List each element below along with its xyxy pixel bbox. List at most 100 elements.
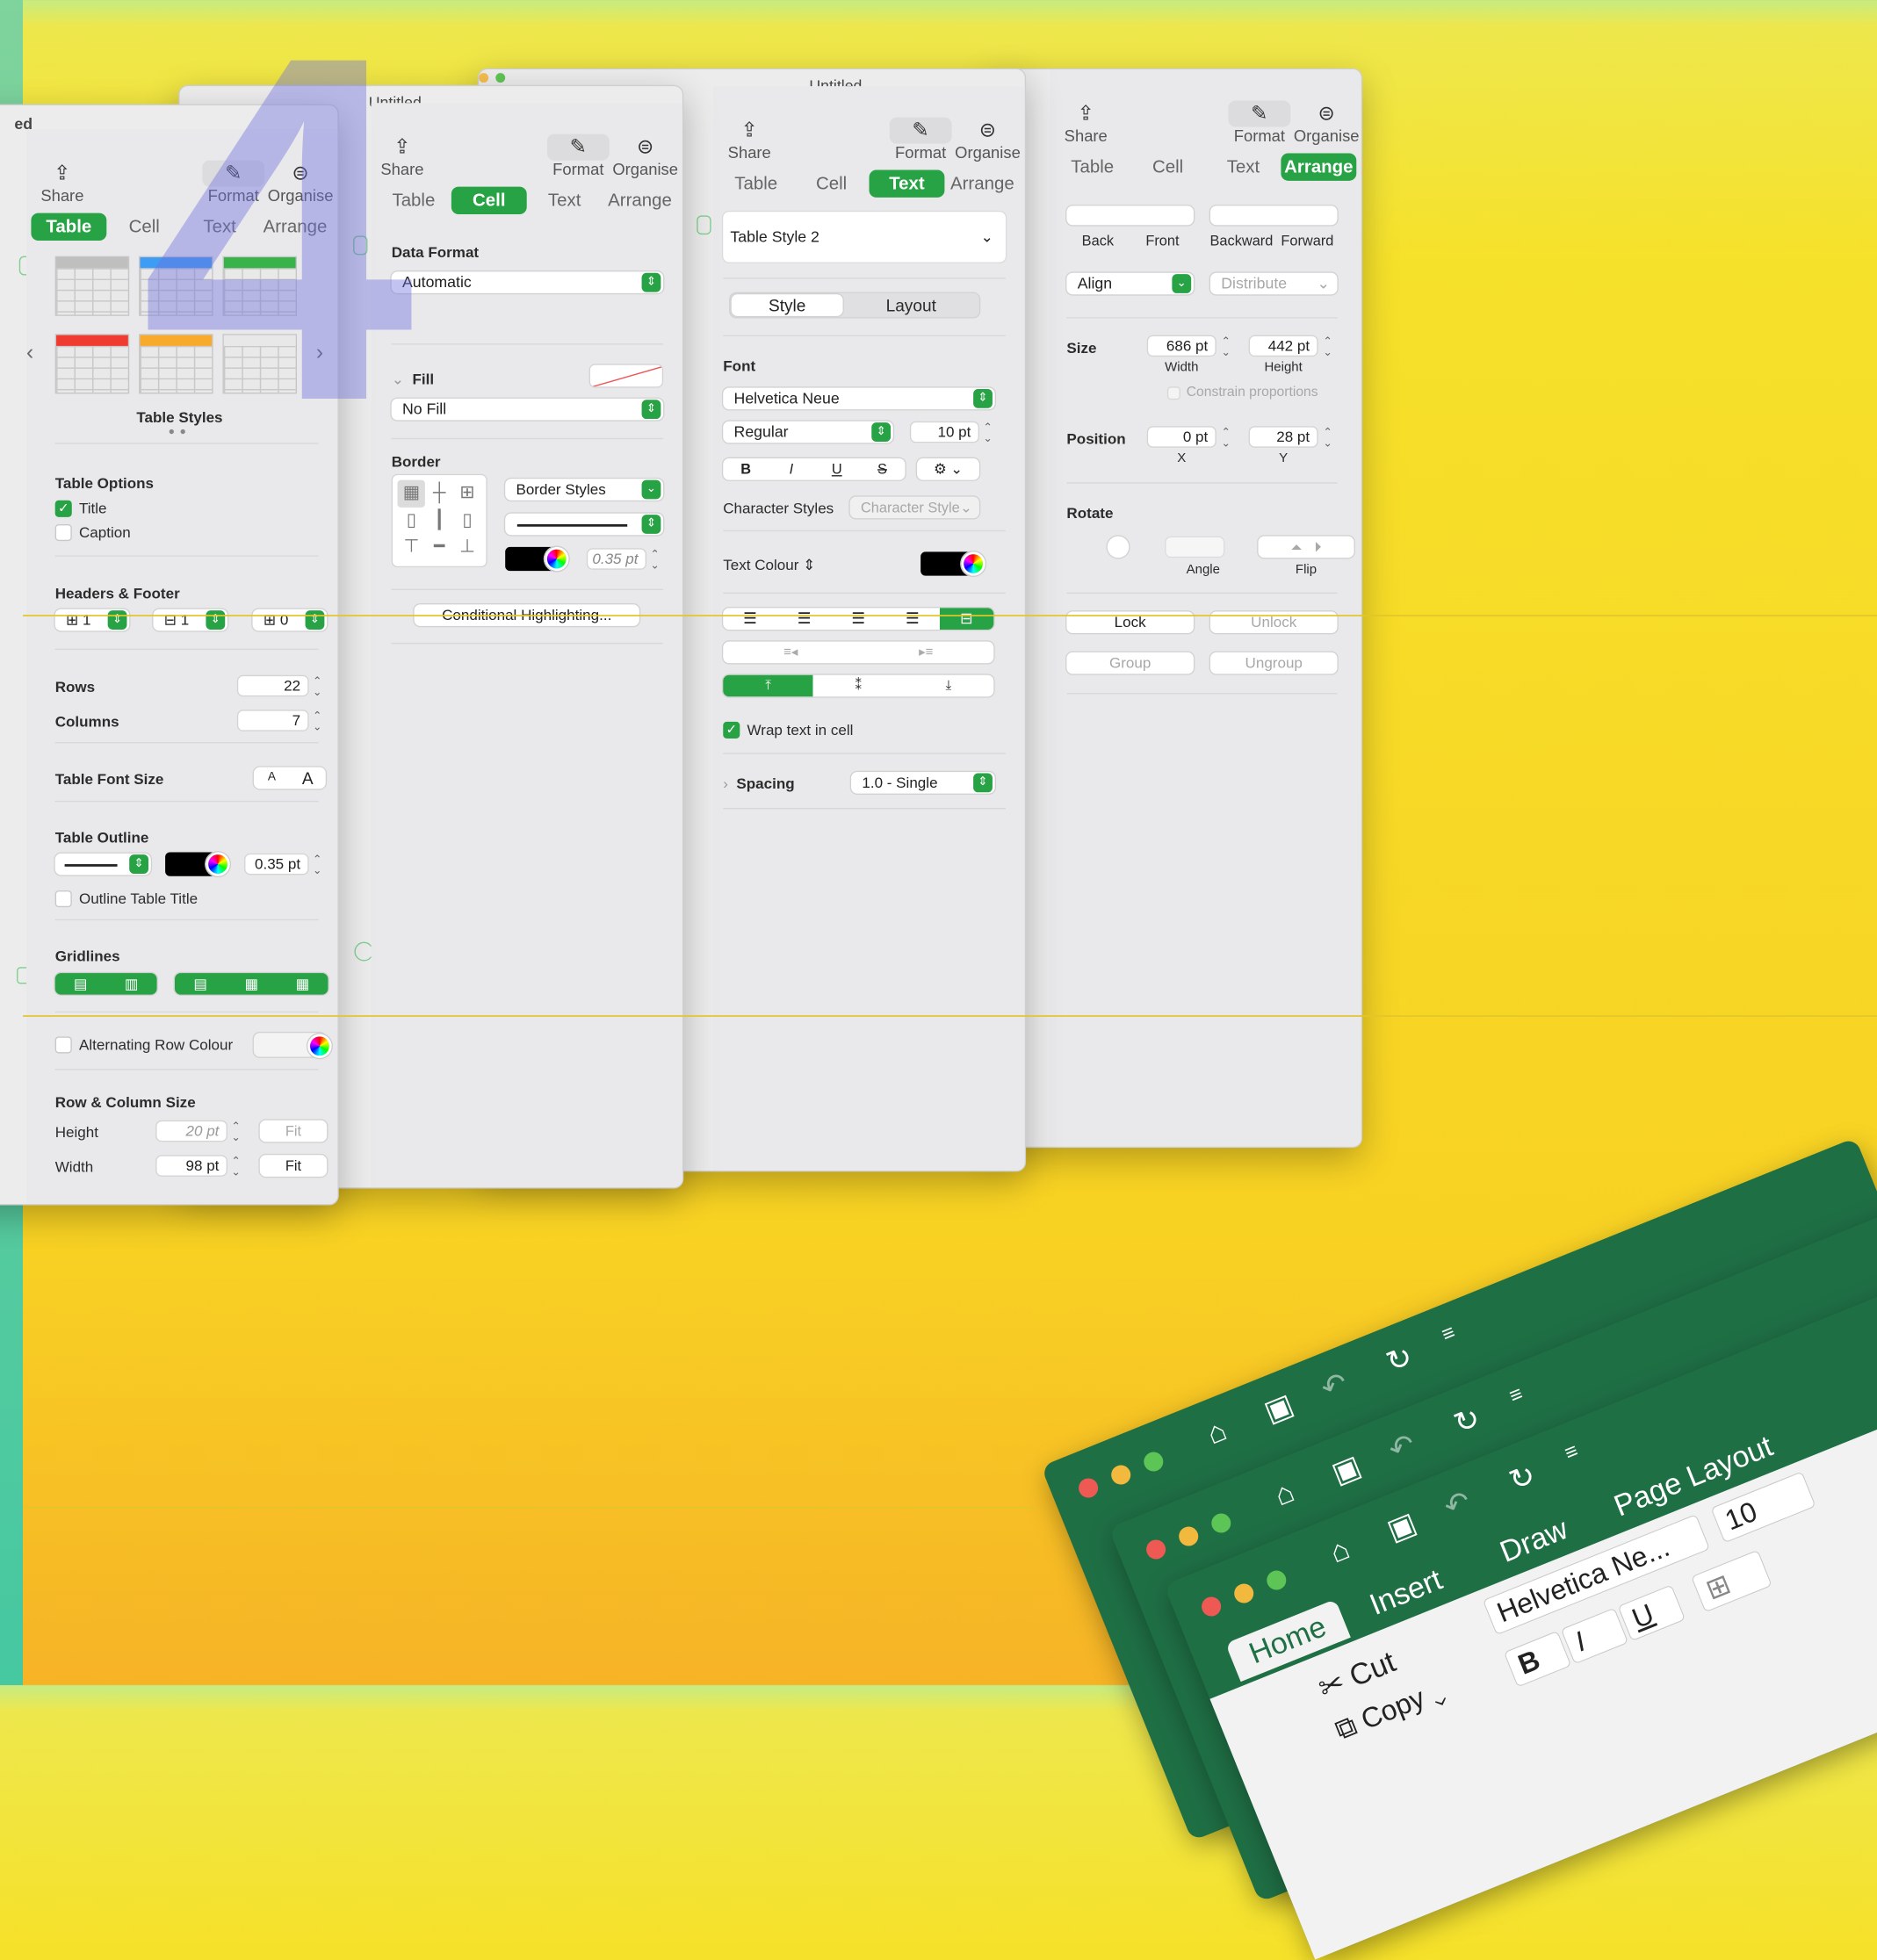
- outline-width-field[interactable]: 0.35 pt: [244, 853, 309, 876]
- title-checkbox[interactable]: ✓: [54, 500, 72, 517]
- constrain-checkbox[interactable]: [1166, 386, 1180, 400]
- font-weight-popup[interactable]: Regular ⇕: [723, 421, 893, 443]
- format-button[interactable]: ✎ Format: [889, 117, 952, 162]
- y-field[interactable]: 28 pt: [1248, 426, 1318, 448]
- font-size-box[interactable]: 10: [1710, 1471, 1816, 1544]
- redo-icon[interactable]: ↻: [1382, 1338, 1418, 1380]
- border-styles-popup[interactable]: Border Styles ⌄: [505, 479, 664, 501]
- tab-table[interactable]: Table: [31, 213, 107, 241]
- row-height-field[interactable]: 20 pt: [155, 1120, 227, 1142]
- tab-arrange[interactable]: Arrange: [944, 170, 1020, 198]
- distribute-popup[interactable]: Distribute ⌄: [1209, 272, 1338, 295]
- colour-wheel-icon[interactable]: [206, 852, 230, 876]
- format-button[interactable]: ✎ Format: [1228, 100, 1291, 145]
- increase-font-button[interactable]: A: [290, 767, 326, 789]
- forward-button[interactable]: Forward: [1273, 232, 1342, 249]
- organise-button[interactable]: ⊜ Organise: [1293, 100, 1360, 145]
- align-bottom-icon[interactable]: ⤓: [904, 675, 994, 697]
- fit-width-button[interactable]: Fit: [259, 1155, 328, 1177]
- bold-button[interactable]: B: [723, 458, 769, 480]
- border-inner-icon[interactable]: ┼: [425, 480, 453, 508]
- share-button[interactable]: ⇪ Share: [726, 118, 774, 162]
- width-field[interactable]: 686 pt: [1146, 335, 1216, 357]
- home-icon[interactable]: ⌂: [1270, 1475, 1300, 1514]
- tab-table[interactable]: Table: [1055, 153, 1130, 180]
- close-dot[interactable]: [1143, 1537, 1169, 1562]
- save-icon[interactable]: ▣: [1260, 1387, 1299, 1430]
- zoom-dot[interactable]: [1208, 1510, 1234, 1536]
- backward-button[interactable]: Backward: [1204, 232, 1279, 249]
- tab-cell[interactable]: Cell: [794, 170, 870, 198]
- organise-button[interactable]: ⊜ Organise: [611, 134, 678, 178]
- border-width-field[interactable]: 0.35 pt: [586, 548, 647, 570]
- justify-icon[interactable]: ☰: [885, 608, 940, 630]
- outline-title-checkbox[interactable]: [54, 890, 72, 908]
- align-top-icon[interactable]: ⤒: [723, 674, 813, 697]
- decrease-indent-icon[interactable]: ≡◂: [723, 642, 858, 664]
- front-button[interactable]: Front: [1131, 232, 1194, 249]
- strikethrough-button[interactable]: S: [860, 458, 906, 480]
- border-outer-icon[interactable]: ⊞: [453, 480, 481, 508]
- line-style-popup[interactable]: ⇕: [505, 513, 664, 536]
- redo-icon[interactable]: ↻: [1505, 1457, 1541, 1499]
- italic-button[interactable]: I: [769, 458, 814, 480]
- font-size-stepper[interactable]: ⌃ ⌄: [982, 422, 994, 444]
- undo-icon[interactable]: ↶: [1439, 1483, 1476, 1525]
- organise-button[interactable]: ⊜ Organise: [954, 118, 1021, 162]
- fill-swatch[interactable]: [588, 364, 664, 388]
- format-button[interactable]: ✎ Format: [546, 133, 610, 178]
- colour-wheel-icon[interactable]: [961, 551, 985, 576]
- minimize-dot[interactable]: [1231, 1581, 1257, 1606]
- alternating-row-checkbox[interactable]: [54, 1036, 72, 1054]
- save-icon[interactable]: ▣: [1382, 1505, 1422, 1548]
- save-icon[interactable]: ▣: [1327, 1448, 1367, 1491]
- character-style-popup[interactable]: Character Style ⌄: [849, 496, 979, 519]
- style-segment[interactable]: Style: [731, 294, 843, 316]
- home-icon[interactable]: ⌂: [1202, 1414, 1232, 1452]
- rows-stepper[interactable]: ⌃ ⌄: [311, 675, 323, 698]
- outline-style-popup[interactable]: ⇕: [54, 853, 151, 876]
- fit-height-button[interactable]: Fit: [259, 1120, 328, 1142]
- table-style-4[interactable]: [54, 334, 130, 394]
- tab-arrange[interactable]: Arrange: [1281, 153, 1357, 181]
- x-field[interactable]: 0 pt: [1146, 426, 1216, 448]
- horizontal-gridlines-icon[interactable]: ▤: [55, 973, 106, 995]
- paragraph-style-popup[interactable]: Table Style 2 ⌄: [723, 212, 1006, 263]
- auto-align-icon[interactable]: ⊟: [939, 608, 994, 630]
- colour-wheel-icon[interactable]: [307, 1034, 332, 1058]
- text-options-button[interactable]: ⚙ ⌄: [917, 458, 979, 480]
- zoom-dot[interactable]: [1140, 1449, 1166, 1474]
- rotate-dial[interactable]: [1107, 536, 1130, 558]
- caption-checkbox[interactable]: [54, 523, 72, 542]
- align-right-icon[interactable]: ☰: [831, 608, 885, 630]
- table-handle[interactable]: [697, 215, 711, 235]
- customize-icon[interactable]: ≡: [1562, 1438, 1582, 1466]
- undo-icon[interactable]: ↶: [1316, 1365, 1353, 1407]
- wrap-text-checkbox[interactable]: ✓: [723, 721, 740, 739]
- home-icon[interactable]: ⌂: [1325, 1532, 1355, 1571]
- colour-wheel-icon[interactable]: [545, 546, 569, 572]
- font-size-field[interactable]: 10 pt: [909, 421, 979, 443]
- columns-stepper[interactable]: ⌃ ⌄: [311, 710, 323, 733]
- underline-button[interactable]: U: [814, 458, 860, 480]
- close-dot[interactable]: [1198, 1594, 1224, 1619]
- header-rows-popup[interactable]: ⊞ 1 ⇕: [54, 609, 130, 631]
- y-stepper[interactable]: ⌃ ⌄: [1322, 427, 1334, 450]
- group-button[interactable]: Group: [1066, 652, 1194, 674]
- minimize-dot[interactable]: [1108, 1462, 1134, 1488]
- align-middle-icon[interactable]: ⁑: [813, 675, 904, 697]
- x-stepper[interactable]: ⌃ ⌄: [1220, 427, 1232, 450]
- header-row-gridlines-icon[interactable]: ▤: [175, 973, 226, 995]
- tab-table[interactable]: Table: [718, 170, 794, 198]
- bold-button[interactable]: B: [1503, 1630, 1572, 1688]
- zoom-dot[interactable]: [495, 73, 506, 83]
- redo-icon[interactable]: ↻: [1449, 1400, 1485, 1442]
- spacing-popup[interactable]: 1.0 - Single ⇕: [851, 772, 995, 794]
- align-center-icon[interactable]: ☰: [777, 608, 832, 630]
- customize-icon[interactable]: ≡: [1439, 1320, 1459, 1347]
- border-width-stepper[interactable]: ⌃ ⌄: [649, 549, 661, 572]
- layout-segment[interactable]: Layout: [845, 296, 977, 315]
- data-format-popup[interactable]: Automatic ⇕: [391, 271, 664, 293]
- vertical-gridlines-icon[interactable]: ▥: [106, 973, 157, 995]
- tab-text[interactable]: Text: [527, 187, 603, 214]
